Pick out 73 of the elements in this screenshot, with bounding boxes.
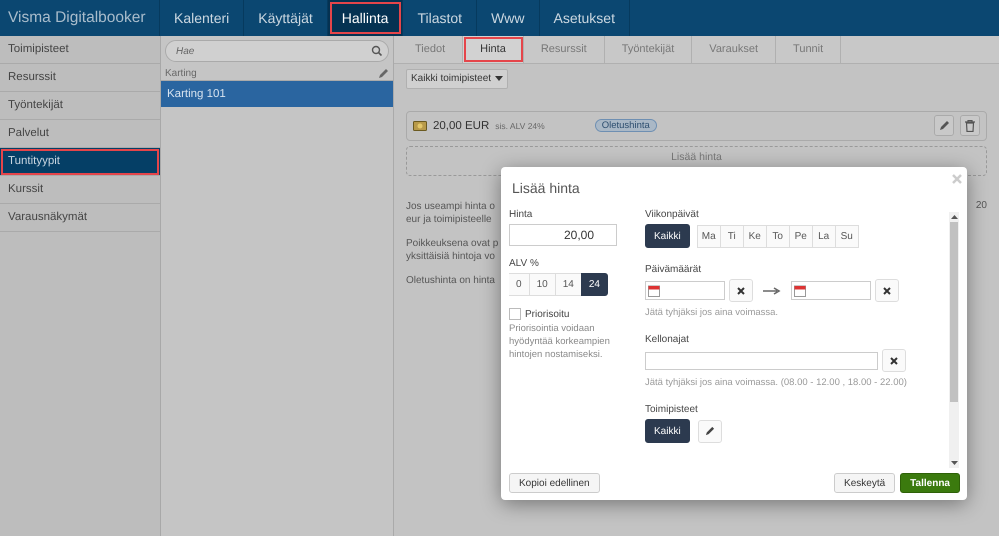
field-label: Päivämäärät <box>645 264 702 275</box>
weekday-option[interactable]: Ke <box>742 224 767 248</box>
help-text: Priorisointia voidaan hyödyntää korkeampien hintojen nostamiseksi. <box>509 322 611 361</box>
calendar-icon <box>648 284 660 296</box>
price-input[interactable]: 20,00 <box>509 224 617 246</box>
all-locations-button[interactable]: Kaikki <box>645 419 690 443</box>
weekday-option[interactable]: Ma <box>696 224 721 248</box>
tab[interactable]: Hinta <box>463 36 524 63</box>
sidebar-item[interactable]: Työntekijät <box>0 92 160 120</box>
clear-button[interactable] <box>875 279 899 302</box>
cancel-button[interactable]: Keskeytä <box>834 473 896 493</box>
delete-button[interactable] <box>960 115 980 136</box>
info-text: Jos useampi hinta o <box>406 200 494 212</box>
weekday-option[interactable]: Ti <box>720 224 744 248</box>
location-dropdown[interactable]: Kaikki toimipisteet <box>406 68 508 88</box>
checkbox[interactable] <box>509 308 521 320</box>
sidebar-item[interactable]: Kurssit <box>0 176 160 204</box>
date-input[interactable] <box>791 281 871 300</box>
date-input[interactable] <box>645 281 725 300</box>
pencil-icon <box>704 426 715 436</box>
search-field[interactable]: Hae <box>165 40 389 62</box>
info-text: yksittäisiä hintoja vo <box>406 250 494 262</box>
info-text: 20 <box>976 200 987 211</box>
nav-tab[interactable]: Hallinta <box>328 0 404 36</box>
caret-icon <box>495 76 504 81</box>
sidebar-item[interactable]: Toimipisteet <box>0 36 160 64</box>
vat-option[interactable]: 24 <box>580 273 608 296</box>
money-icon <box>413 120 427 132</box>
info-text: Oletushinta on hinta <box>406 274 494 286</box>
calendar-icon <box>794 284 806 296</box>
weekday-option[interactable]: To <box>766 224 790 248</box>
edit-button[interactable] <box>934 115 954 136</box>
weekday-option[interactable]: Su <box>834 224 859 248</box>
close-icon <box>737 286 745 294</box>
weekday-option[interactable]: Pe <box>788 224 813 248</box>
trash-icon <box>965 120 975 132</box>
hint-text: Jätä tyhjäksi jos aina voimassa. <box>645 307 780 318</box>
copy-previous-button[interactable]: Kopioi edellinen <box>509 473 600 493</box>
info-text: eur ja toimipisteelle <box>406 212 493 226</box>
dialog-title: Lisää hinta <box>512 180 580 196</box>
sidebar-item[interactable]: Varausnäkymät <box>0 204 160 232</box>
vat-option[interactable]: 14 <box>554 273 582 296</box>
vat-option[interactable]: 10 <box>528 273 556 296</box>
close-icon <box>890 356 898 364</box>
checkbox-label[interactable]: Priorisoitu <box>525 308 570 320</box>
search-icon[interactable] <box>371 45 383 57</box>
field-label: Kellonajat <box>645 334 690 345</box>
scrollbar[interactable] <box>949 212 959 468</box>
weekday-option[interactable]: La <box>812 224 836 248</box>
pencil-icon <box>938 120 950 131</box>
vat-option[interactable]: 0 <box>509 273 530 296</box>
pencil-icon[interactable] <box>378 68 389 78</box>
sidebar-item[interactable]: Tuntityypit <box>0 148 160 176</box>
field-label: Hinta <box>509 209 534 220</box>
scroll-down-icon[interactable] <box>950 461 958 465</box>
field-label: Toimipisteet <box>645 404 699 415</box>
scroll-up-icon[interactable] <box>950 215 958 219</box>
all-days-button[interactable]: Kaikki <box>645 224 690 248</box>
field-label: Viikonpäivät <box>645 209 700 220</box>
field-label: ALV % <box>509 258 540 269</box>
arrow-icon <box>763 286 781 294</box>
default-price-tag: Oletushinta <box>594 119 657 132</box>
vat-note: sis. ALV 24% <box>495 120 545 130</box>
price-amount: 20,00 EUR <box>433 120 490 132</box>
sidebar-item[interactable]: Resurssit <box>0 64 160 92</box>
list-item[interactable]: Karting 101 <box>161 81 393 107</box>
group-label: Karting <box>165 68 197 78</box>
save-button[interactable]: Tallenna <box>900 473 960 493</box>
clear-button[interactable] <box>882 349 906 372</box>
time-input[interactable] <box>645 352 878 370</box>
close-icon <box>883 286 891 294</box>
hint-text: Jätä tyhjäksi jos aina voimassa. (08.00 - 12.00 , 18.00 - 22.00) <box>645 377 908 388</box>
clear-button[interactable] <box>729 279 753 302</box>
